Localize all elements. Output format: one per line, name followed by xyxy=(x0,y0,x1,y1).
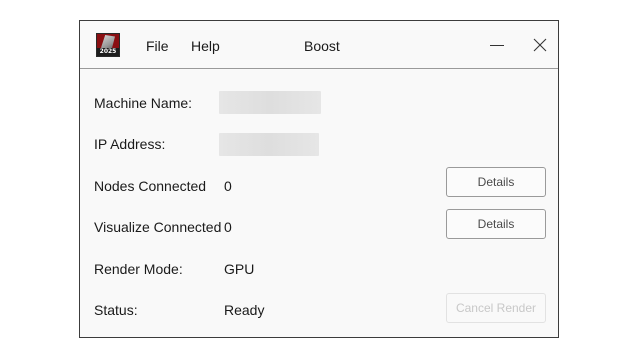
close-button[interactable] xyxy=(523,29,557,61)
nodes-details-button[interactable]: Details xyxy=(446,167,546,197)
status-value: Ready xyxy=(224,302,265,318)
nodes-connected-value: 0 xyxy=(224,178,232,194)
app-logo-icon: 2025 xyxy=(96,33,120,57)
cancel-render-button[interactable]: Cancel Render xyxy=(446,293,546,323)
minimize-button[interactable] xyxy=(480,29,514,61)
close-icon xyxy=(533,38,547,52)
menu-help[interactable]: Help xyxy=(191,37,220,55)
ip-address-value xyxy=(219,133,319,156)
machine-name-value xyxy=(219,91,321,114)
visualize-details-button[interactable]: Details xyxy=(446,209,546,239)
render-mode-value: GPU xyxy=(224,261,255,277)
minimize-icon xyxy=(490,45,504,46)
menu-file[interactable]: File xyxy=(146,37,169,55)
status-label: Status: xyxy=(94,302,138,318)
content-area: Machine Name: IP Address: Nodes Connecte… xyxy=(80,69,558,339)
machine-name-label: Machine Name: xyxy=(94,95,193,111)
ip-address-label: IP Address: xyxy=(94,136,166,152)
title-bar[interactable]: 2025 File Help Boost xyxy=(80,21,558,69)
nodes-connected-label: Nodes Connected xyxy=(94,178,207,194)
window-title: Boost xyxy=(304,38,340,54)
visualize-connected-value: 0 xyxy=(224,219,232,235)
logo-year: 2025 xyxy=(97,48,119,56)
visualize-connected-label: Visualize Connected xyxy=(94,219,222,235)
render-mode-label: Render Mode: xyxy=(94,261,183,277)
boost-window: 2025 File Help Boost Machine Name: IP Ad… xyxy=(79,20,559,338)
